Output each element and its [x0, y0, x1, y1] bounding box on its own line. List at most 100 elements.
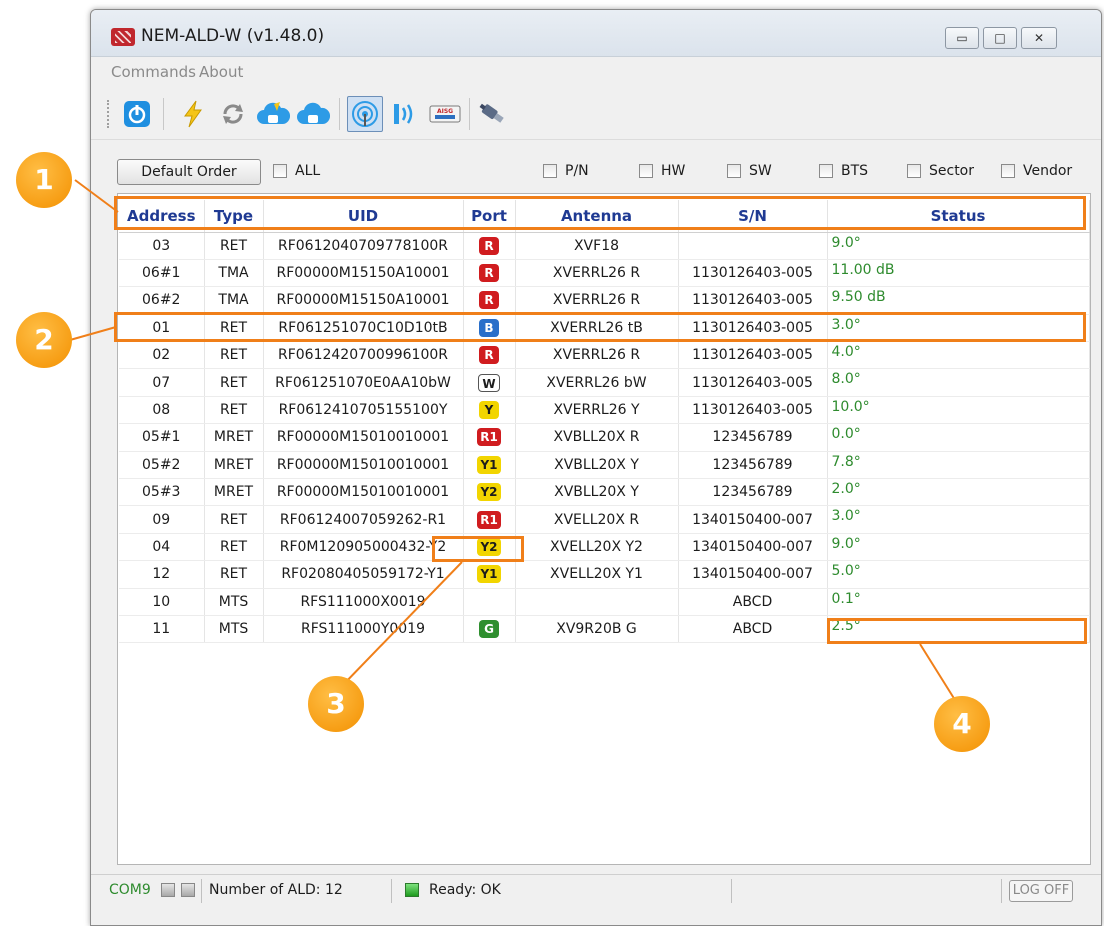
table-row[interactable]: 06#1 TMA RF00000M15150A10001 R XVERRL26 R 113… — [119, 259, 1090, 288]
type-cell: MTS — [204, 615, 264, 644]
table-row[interactable]: 05#2 MRET RF00000M15010010001 Y1 XVBLL20X Y1… — [119, 451, 1090, 480]
checkbox-pn[interactable]: P/N — [543, 163, 589, 179]
default-order-button[interactable]: Default Order — [117, 159, 261, 185]
serial-number-cell: 123456789 — [678, 451, 828, 480]
menu-about[interactable]: About — [199, 63, 243, 81]
antenna-scan-button[interactable] — [347, 96, 383, 132]
type-cell: RET — [204, 341, 264, 370]
antenna-cell — [515, 588, 679, 616]
lightning-button[interactable] — [175, 96, 211, 132]
checkbox-all[interactable]: ALL — [273, 163, 320, 179]
table-row[interactable]: 08 RET RF0612410705155100Y Y XVERRL26 Y 11301… — [119, 396, 1090, 425]
callout-3-badge: 3 — [308, 676, 364, 732]
highlight-port-cell — [432, 536, 524, 562]
port-cell: Y2 — [463, 478, 516, 507]
connector-button[interactable] — [475, 96, 511, 132]
type-cell: MRET — [204, 451, 264, 480]
type-cell: RET — [204, 232, 264, 260]
rx-led-icon — [181, 883, 195, 897]
serial-number-cell: 1340150400-007 — [678, 533, 828, 562]
type-cell: MRET — [204, 423, 264, 452]
ready-status: Ready: OK — [429, 882, 501, 898]
checkbox-box[interactable] — [819, 164, 833, 178]
antenna-cell: XVELL20X Y1 — [515, 560, 679, 589]
type-cell: RET — [204, 533, 264, 562]
table-row[interactable]: 02 RET RF0612420700996100R R XVERRL26 R 11301… — [119, 341, 1090, 370]
close-button[interactable]: ✕ — [1021, 27, 1057, 49]
port-badge: R — [479, 264, 499, 283]
table-row[interactable]: 04 RET RF0M120905000432-Y2 Y2 XVELL20X Y2 134… — [119, 533, 1090, 562]
aisg-button[interactable]: AISG — [427, 96, 463, 132]
toolbar-separator — [469, 98, 470, 130]
uid-cell: RF00000M15150A10001 — [263, 286, 464, 315]
power-button[interactable] — [119, 96, 155, 132]
highlight-row — [114, 312, 1086, 342]
type-cell: RET — [204, 368, 264, 397]
checkbox-sw[interactable]: SW — [727, 163, 772, 179]
callout-4-badge: 4 — [934, 696, 990, 752]
type-cell: RET — [204, 560, 264, 589]
cloud-download-button[interactable] — [255, 96, 291, 132]
checkbox-box[interactable] — [543, 164, 557, 178]
signal-wave-button[interactable] — [387, 96, 423, 132]
status-cell: 5.0° — [827, 560, 1090, 589]
antenna-cell: XV9R20B G — [515, 615, 679, 644]
checkbox-hw[interactable]: HW — [639, 163, 685, 179]
port-badge: R — [479, 346, 499, 365]
checkbox-box[interactable] — [907, 164, 921, 178]
minimize-button[interactable]: ▭ — [945, 27, 979, 49]
port-cell: G — [463, 615, 516, 644]
address-cell: 11 — [119, 615, 205, 644]
table-row[interactable]: 10 MTS RFS111000X0019 ABCD 0.1° — [119, 588, 1090, 616]
serial-number-cell: ABCD — [678, 588, 828, 616]
type-cell: MRET — [204, 478, 264, 507]
toolbar-separator — [163, 98, 164, 130]
type-cell: TMA — [204, 259, 264, 288]
cloud-upload-button[interactable] — [295, 96, 331, 132]
connector-icon — [479, 103, 504, 123]
port-badge: Y2 — [477, 483, 501, 502]
address-cell: 08 — [119, 396, 205, 425]
table-row[interactable]: 05#1 MRET RF00000M15010010001 R1 XVBLL20X R1… — [119, 423, 1090, 452]
checkbox-bts[interactable]: BTS — [819, 163, 868, 179]
antenna-cell: XVELL20X R — [515, 505, 679, 534]
table-row[interactable]: 09 RET RF06124007059262-R1 R1 XVELL20X R 1340… — [119, 505, 1090, 534]
checkbox-box[interactable] — [273, 164, 287, 178]
checkbox-box[interactable] — [639, 164, 653, 178]
status-cell: 2.0° — [827, 478, 1090, 507]
checkbox-sector[interactable]: Sector — [907, 163, 974, 179]
antenna-scan-icon — [352, 101, 378, 127]
serial-number-cell: 1130126403-005 — [678, 368, 828, 397]
uid-cell: RF00000M15010010001 — [263, 423, 464, 452]
checkbox-label: HW — [661, 163, 686, 179]
uid-cell: RF0612040709778100R — [263, 232, 464, 260]
checkbox-box[interactable] — [1001, 164, 1015, 178]
address-cell: 03 — [119, 232, 205, 260]
serial-number-cell: 123456789 — [678, 423, 828, 452]
callout-2-badge: 2 — [16, 312, 72, 368]
menu-commands[interactable]: Commands — [111, 63, 196, 81]
antenna-cell: XVF18 — [515, 232, 679, 260]
address-cell: 04 — [119, 533, 205, 562]
address-cell: 09 — [119, 505, 205, 534]
status-separator — [201, 879, 202, 903]
antenna-cell: XVBLL20X R — [515, 423, 679, 452]
antenna-cell: XVERRL26 R — [515, 341, 679, 370]
table-row[interactable]: 07 RET RF061251070E0AA10bW W XVERRL26 bW 1130… — [119, 368, 1090, 397]
table-row[interactable]: 06#2 TMA RF00000M15150A10001 R XVERRL26 R 113… — [119, 286, 1090, 315]
port-cell: W — [463, 368, 516, 397]
maximize-button[interactable]: □ — [983, 27, 1017, 49]
app-logo-icon — [111, 28, 135, 46]
toolbar-separator — [339, 98, 340, 130]
refresh-button[interactable] — [215, 96, 251, 132]
log-off-button[interactable]: LOG OFF — [1009, 880, 1073, 902]
cloud-upload-icon — [297, 102, 330, 124]
status-cell: 8.0° — [827, 368, 1090, 397]
serial-number-cell: 1130126403-005 — [678, 341, 828, 370]
table-row[interactable]: 12 RET RF02080405059172-Y1 Y1 XVELL20X Y1 134… — [119, 560, 1090, 589]
table-row[interactable]: 05#3 MRET RF00000M15010010001 Y2 XVBLL20X Y1… — [119, 478, 1090, 507]
table-row[interactable]: 03 RET RF0612040709778100R R XVF18 9.0° — [119, 232, 1090, 260]
checkbox-box[interactable] — [727, 164, 741, 178]
checkbox-vendor[interactable]: Vendor — [1001, 163, 1072, 179]
toolbar-grip[interactable] — [107, 100, 111, 128]
